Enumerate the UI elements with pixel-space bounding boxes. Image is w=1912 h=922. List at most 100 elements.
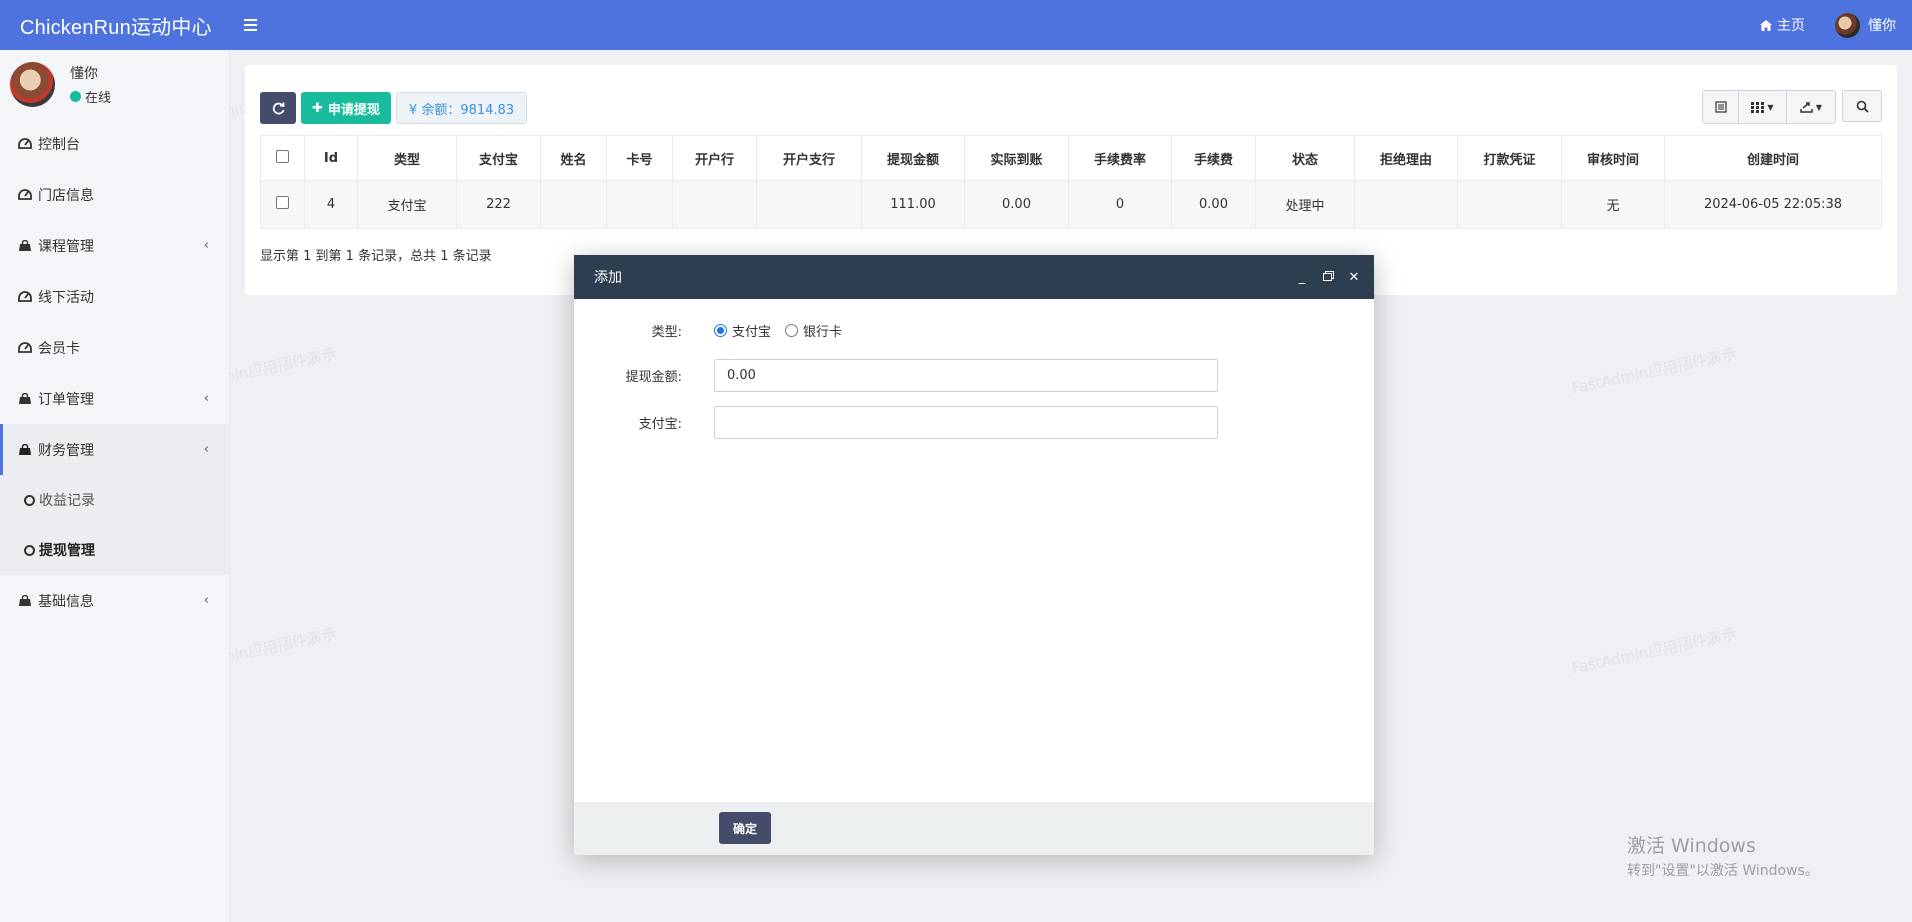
watermark-text: FastAdmin应用插件演示 — [1570, 344, 1739, 398]
table-row[interactable]: 4 支付宝 222 111.00 0.00 0 0.00 处理中 无 2024-… — [260, 180, 1882, 229]
select-all-checkbox[interactable] — [276, 149, 289, 163]
balance-badge: ¥ 余额：9814.83 — [395, 92, 528, 124]
refresh-button[interactable] — [260, 92, 296, 124]
sidebar-item-finance[interactable]: 财务管理 ‹ — [0, 424, 229, 475]
toggle-view-button[interactable] — [1703, 91, 1739, 123]
alipay-input[interactable] — [714, 406, 1218, 439]
columns-button[interactable]: ▼ — [1739, 91, 1787, 123]
type-row: 类型: 支付宝 银行卡 — [574, 321, 842, 340]
sidebar-item-membership-card[interactable]: 会员卡 — [0, 322, 229, 373]
cell-type: 支付宝 — [357, 180, 457, 229]
caret-down-icon: ▼ — [1815, 102, 1823, 112]
export-button[interactable]: ▼ — [1787, 91, 1835, 123]
cell-reject-reason — [1354, 180, 1458, 229]
grid-icon — [1751, 101, 1765, 113]
add-withdrawal-dialog: 添加 _ ✕ 类型: 支付宝 银行卡 提现金额: 0.00 支付宝: 确定 — [574, 255, 1374, 855]
amount-input[interactable]: 0.00 — [714, 359, 1218, 392]
windows-watermark-subtitle: 转到"设置"以激活 Windows。 — [1627, 863, 1819, 879]
avatar — [10, 61, 55, 107]
column-header[interactable]: 姓名 — [540, 135, 607, 181]
cell-voucher — [1457, 180, 1562, 229]
circle-icon — [24, 544, 35, 556]
sidebar-item-label: 会员卡 — [38, 340, 80, 357]
dashboard-icon — [18, 342, 32, 353]
sidebar-item-offline-events[interactable]: 线下活动 — [0, 271, 229, 322]
radio-button-checked[interactable] — [714, 324, 727, 337]
home-label: 主页 — [1777, 18, 1805, 34]
cell-branch — [756, 180, 862, 229]
bag-icon — [19, 240, 31, 251]
sidebar-item-withdrawals[interactable]: 提现管理 — [0, 525, 229, 575]
sidebar-item-orders[interactable]: 订单管理 ‹ — [0, 373, 229, 424]
windows-activation-watermark: 激活 Windows 转到"设置"以激活 Windows。 — [1627, 831, 1819, 880]
column-header[interactable]: 支付宝 — [456, 135, 541, 181]
circle-icon — [24, 494, 35, 506]
radio-button[interactable] — [785, 324, 799, 337]
export-icon — [1800, 102, 1813, 113]
sidebar-item-courses[interactable]: 课程管理 ‹ — [0, 220, 229, 271]
user-menu[interactable]: 懂你 — [1835, 12, 1896, 38]
sidebar-item-store-info[interactable]: 门店信息 — [0, 169, 229, 220]
column-header[interactable]: 手续费 — [1171, 135, 1256, 181]
cell-fee-rate: 0 — [1068, 180, 1172, 229]
radio-label: 银行卡 — [803, 325, 843, 340]
sidebar-item-basic-info[interactable]: 基础信息 ‹ — [0, 575, 229, 626]
type-radio-alipay[interactable]: 支付宝 — [714, 321, 771, 340]
sidebar-item-label: 财务管理 — [38, 442, 94, 459]
sidebar-item-label: 提现管理 — [39, 543, 95, 559]
type-radio-bankcard[interactable]: 银行卡 — [785, 321, 842, 340]
sidebar-item-label: 订单管理 — [38, 391, 94, 408]
confirm-button[interactable]: 确定 — [719, 812, 771, 844]
column-header[interactable]: 开户支行 — [756, 135, 862, 181]
windows-watermark-title: 激活 Windows — [1627, 835, 1756, 857]
caret-down-icon: ▼ — [1767, 102, 1774, 112]
bag-icon — [19, 393, 31, 404]
avatar — [1835, 12, 1860, 38]
chevron-left-icon: ‹ — [203, 238, 209, 253]
sidebar: 懂你 在线 控制台 门店信息 课程管理 ‹ 线下活动 会员卡 订单管理 ‹ 财务… — [0, 50, 230, 922]
row-checkbox[interactable] — [276, 196, 289, 209]
cell-created-at: 2024-06-05 22:05:38 — [1664, 180, 1882, 229]
column-header[interactable]: 卡号 — [606, 135, 673, 181]
sidebar-item-label: 课程管理 — [38, 238, 94, 255]
column-header[interactable]: 审核时间 — [1561, 135, 1665, 181]
column-header[interactable]: 拒绝理由 — [1354, 135, 1458, 181]
apply-withdrawal-button[interactable]: ✚ 申请提现 — [301, 92, 391, 124]
column-header[interactable]: 状态 — [1255, 135, 1355, 181]
cell-review-time: 无 — [1561, 180, 1665, 229]
chevron-left-icon: ‹ — [203, 593, 209, 608]
column-header[interactable]: 创建时间 — [1664, 135, 1882, 181]
brand-logo[interactable]: ChickenRun运动中心 — [0, 11, 230, 40]
column-header[interactable]: Id — [304, 135, 358, 181]
dialog-title: 添加 — [594, 270, 622, 286]
cell-status[interactable]: 处理中 — [1255, 180, 1355, 229]
cell-amount: 111.00 — [861, 180, 965, 229]
search-button[interactable] — [1842, 90, 1882, 122]
bag-icon — [19, 444, 31, 455]
column-header[interactable]: 开户行 — [672, 135, 757, 181]
close-icon[interactable]: ✕ — [1348, 270, 1360, 285]
sidebar-item-dashboard[interactable]: 控制台 — [0, 118, 229, 169]
home-icon — [1760, 19, 1772, 31]
column-header[interactable]: 打款凭证 — [1457, 135, 1562, 181]
column-header[interactable]: 类型 — [357, 135, 457, 181]
cell-id: 4 — [304, 180, 358, 229]
column-header[interactable]: 提现金额 — [861, 135, 965, 181]
table-header-row: Id 类型 支付宝 姓名 卡号 开户行 开户支行 提现金额 实际到账 手续费率 … — [260, 135, 1882, 181]
type-label: 类型: — [651, 325, 682, 340]
select-all-cell — [260, 135, 305, 181]
column-header[interactable]: 实际到账 — [964, 135, 1069, 181]
refresh-icon — [272, 102, 284, 114]
sidebar-toggle-icon[interactable] — [244, 19, 257, 31]
sidebar-item-label: 门店信息 — [38, 187, 94, 204]
table-toolbar: ✚ 申请提现 ¥ 余额：9814.83 — [260, 92, 528, 124]
sidebar-item-earnings[interactable]: 收益记录 — [0, 475, 229, 525]
top-navbar: ChickenRun运动中心 主页 懂你 — [0, 0, 1912, 50]
column-header[interactable]: 手续费率 — [1068, 135, 1172, 181]
radio-label: 支付宝 — [732, 325, 772, 340]
sidebar-item-label: 收益记录 — [39, 493, 95, 509]
finance-submenu: 收益记录 提现管理 — [0, 475, 229, 575]
home-link[interactable]: 主页 — [1760, 15, 1805, 35]
minimize-icon[interactable]: _ — [1296, 270, 1308, 285]
maximize-icon[interactable] — [1322, 270, 1334, 285]
